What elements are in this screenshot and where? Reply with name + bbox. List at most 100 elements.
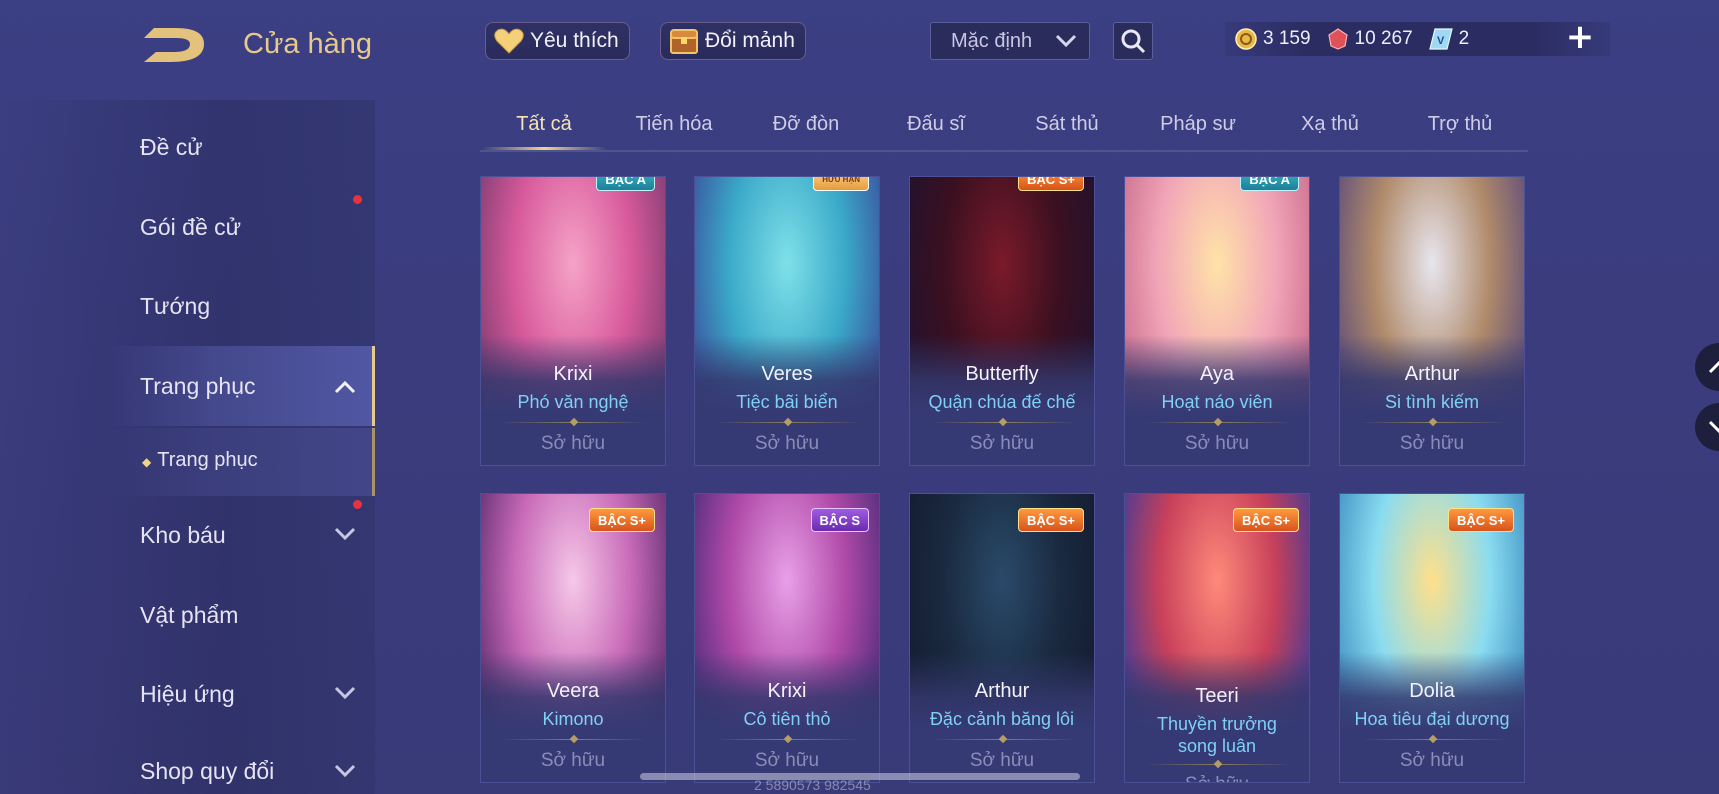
owned-status: Sở hữu <box>1399 433 1465 454</box>
sidebar-subitem-skins[interactable]: ◆ Trang phục <box>142 449 258 472</box>
skin-name: Hoạt náo viên <box>1161 392 1273 412</box>
card-divider <box>1145 764 1291 765</box>
notification-dot <box>353 195 362 204</box>
hero-name: Krixi <box>767 680 807 702</box>
category-tabs: Tất cả Tiến hóa Đỡ đòn Đấu sĩ Sát thủ Ph… <box>480 110 1528 152</box>
hero-name: Arthur <box>974 680 1030 702</box>
chevron-down-icon <box>1055 34 1077 48</box>
skin-name: Phó văn nghệ <box>517 392 629 412</box>
skin-name: Kimono <box>542 709 604 729</box>
skin-name: Quận chúa đế chế <box>928 392 1076 412</box>
skin-card[interactable]: BẬC S Krixi Cô tiên thỏ Sở hữu <box>694 493 880 783</box>
card-divider <box>930 422 1076 423</box>
tab-assassin[interactable]: Sát thủ <box>1035 113 1098 136</box>
chevron-up-icon[interactable] <box>334 380 356 394</box>
tier-badge: BẬC S <box>810 508 869 532</box>
hero-name: Krixi <box>553 363 593 385</box>
skin-card[interactable]: BẬC S+ Arthur Đặc cảnh băng lôi Sở hữu <box>909 493 1095 783</box>
back-button[interactable] <box>140 22 210 68</box>
card-divider <box>1145 422 1291 423</box>
voucher-amount: 2 <box>1458 28 1470 49</box>
hero-name: Aya <box>1199 363 1235 385</box>
favorites-label: Yêu thích <box>530 29 619 52</box>
chevron-down-icon[interactable] <box>334 686 356 700</box>
scroll-up-button[interactable] <box>1695 343 1719 391</box>
card-divider <box>715 739 861 740</box>
search-button[interactable] <box>1113 22 1153 60</box>
owned-status: Sở hữu <box>1125 774 1309 782</box>
skin-name: Đặc cảnh băng lôi <box>929 709 1075 729</box>
ruby-currency: 10 267 <box>1327 28 1413 50</box>
exchange-label: Đổi mảnh <box>705 29 795 52</box>
add-currency-button[interactable]: + <box>1565 17 1595 57</box>
skin-card[interactable]: BẬC S+ Butterfly Quận chúa đế chế Sở hữu <box>909 176 1095 466</box>
scroll-down-button[interactable] <box>1695 403 1719 451</box>
sidebar-item-featured[interactable]: Đề cử <box>140 134 203 161</box>
sidebar-item-skins[interactable]: Trang phục <box>140 373 256 400</box>
skin-card[interactable]: BẬC A Aya Hoạt náo viên Sở hữu <box>1124 176 1310 466</box>
sidebar-item-effects[interactable]: Hiệu ứng <box>140 681 235 708</box>
skin-name: Cô tiên thỏ <box>743 709 831 729</box>
skin-card[interactable]: BẬC A Krixi Phó văn nghệ Sở hữu <box>480 176 666 466</box>
tier-badge: BẬC S+ <box>1232 508 1299 532</box>
card-divider <box>1360 739 1506 740</box>
card-divider <box>501 422 647 423</box>
chevron-down-icon <box>1708 420 1719 434</box>
sidebar-item-featured-packs[interactable]: Gói đề cử <box>140 214 241 241</box>
skin-name: Thuyền trưởng song luân <box>1157 714 1277 756</box>
voucher-currency: V 2 <box>1428 28 1470 50</box>
chevron-up-icon <box>1708 360 1719 374</box>
tier-badge: BẬC S+ <box>1017 508 1084 532</box>
skin-card[interactable]: BẬC S+ Veera Kimono Sở hữu <box>480 493 666 783</box>
sort-dropdown[interactable]: Mặc định <box>930 22 1090 60</box>
gold-currency: 3 159 <box>1235 28 1311 50</box>
treasure-chest-icon <box>669 26 699 56</box>
tab-fighter[interactable]: Đấu sĩ <box>907 113 965 136</box>
heart-icon <box>494 26 524 56</box>
card-divider <box>930 739 1076 740</box>
tab-support[interactable]: Trợ thủ <box>1428 113 1493 136</box>
card-divider <box>1360 422 1506 423</box>
owned-status: Sở hữu <box>969 750 1035 771</box>
tab-tank[interactable]: Đỡ đòn <box>773 113 839 136</box>
notification-dot <box>353 500 362 509</box>
sidebar-item-items[interactable]: Vật phẩm <box>140 602 238 629</box>
hero-name: Dolia <box>1409 680 1455 702</box>
gold-amount: 3 159 <box>1263 28 1311 49</box>
sidebar-item-exchange-shop[interactable]: Shop quy đổi <box>140 758 274 785</box>
chevron-down-icon[interactable] <box>334 527 356 541</box>
tier-badge: HỮU HẠN <box>813 177 869 191</box>
skin-name: Si tình kiếm <box>1384 392 1480 412</box>
ruby-amount: 10 267 <box>1354 28 1413 49</box>
page-title: Cửa hàng <box>243 28 373 60</box>
hero-name: Teeri <box>1195 685 1239 707</box>
skin-card[interactable]: BẬC S+ Teeri Thuyền trưởng song luân Sở hữu <box>1124 493 1310 783</box>
tier-badge: BẬC S+ <box>588 508 655 532</box>
owned-status: Sở hữu <box>540 750 606 771</box>
sort-value: Mặc định <box>951 29 1033 52</box>
exchange-fragments-button[interactable]: Đổi mảnh <box>660 22 806 60</box>
hero-name: Arthur <box>1404 363 1460 385</box>
skin-card[interactable]: HỮU HẠN Veres Tiệc bãi biển Sở hữu <box>694 176 880 466</box>
skin-card[interactable]: BẬC S+ Dolia Hoa tiêu đại dương Sở hữu <box>1339 493 1525 783</box>
currency-bar: 3 159 10 267 V 2 <box>1225 22 1610 56</box>
hero-name: Butterfly <box>965 363 1039 385</box>
sidebar-item-treasure[interactable]: Kho báu <box>140 522 226 549</box>
tab-marksman[interactable]: Xạ thủ <box>1301 113 1359 136</box>
card-divider <box>715 422 861 423</box>
tab-all[interactable]: Tất cả <box>516 113 572 136</box>
sidebar-item-heroes[interactable]: Tướng <box>140 293 210 320</box>
skin-name: Tiệc bãi biển <box>736 392 838 412</box>
tier-badge: BẬC S+ <box>1017 177 1084 191</box>
owned-status: Sở hữu <box>1399 750 1465 771</box>
skin-name: Hoa tiêu đại dương <box>1354 709 1510 729</box>
watermark-text: 2 5890573 982545 <box>754 777 871 793</box>
tab-mage[interactable]: Pháp sư <box>1160 113 1236 136</box>
tab-evolution[interactable]: Tiến hóa <box>635 113 712 136</box>
hero-name: Veres <box>761 363 813 385</box>
tier-badge: BẬC A <box>596 177 655 191</box>
skin-card[interactable]: Arthur Si tình kiếm Sở hữu <box>1339 176 1525 466</box>
favorites-button[interactable]: Yêu thích <box>485 22 630 60</box>
chevron-down-icon[interactable] <box>334 764 356 778</box>
back-arrow-icon <box>144 28 204 62</box>
